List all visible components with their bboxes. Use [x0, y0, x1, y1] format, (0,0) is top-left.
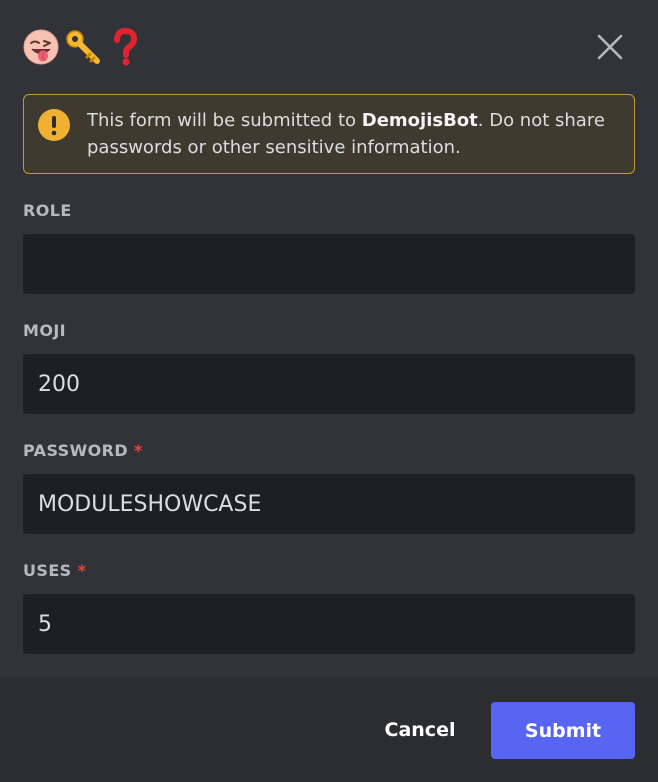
modal-header: [0, 0, 658, 94]
cancel-button[interactable]: Cancel: [372, 702, 468, 758]
warning-message: This form will be submitted to DemojisBo…: [87, 107, 614, 161]
password-input[interactable]: [23, 474, 635, 534]
close-icon[interactable]: [596, 33, 624, 61]
modal-form: This form will be submitted to DemojisBo…: [0, 0, 658, 782]
field-label-text: PASSWORD: [23, 441, 129, 460]
field-label-role: ROLE: [23, 201, 72, 220]
warning-bot-name: DemojisBot: [361, 110, 478, 131]
field-label-text: MOJI: [23, 321, 67, 340]
uses-input[interactable]: [23, 594, 635, 654]
required-marker: *: [77, 561, 87, 580]
winking-face-with-tongue-icon: [22, 28, 60, 66]
submit-button[interactable]: Submit: [491, 702, 635, 759]
field-label-moji: MOJI: [23, 321, 66, 340]
warning-banner: This form will be submitted to DemojisBo…: [23, 94, 635, 174]
modal-footer: Cancel Submit: [0, 678, 658, 782]
role-input[interactable]: [23, 234, 635, 294]
field-label-text: USES: [23, 561, 72, 580]
field-label-uses: USES *: [23, 561, 86, 580]
red-question-mark-icon: [106, 28, 144, 66]
moji-input[interactable]: [23, 354, 635, 414]
warning-text-before: This form will be submitted to: [87, 110, 362, 131]
field-label-text: ROLE: [23, 201, 72, 220]
emoji-title: [22, 28, 144, 66]
field-label-password: PASSWORD *: [23, 441, 143, 460]
exclamation-circle-icon: [38, 109, 70, 141]
key-icon: [64, 28, 102, 66]
required-marker: *: [134, 441, 143, 460]
